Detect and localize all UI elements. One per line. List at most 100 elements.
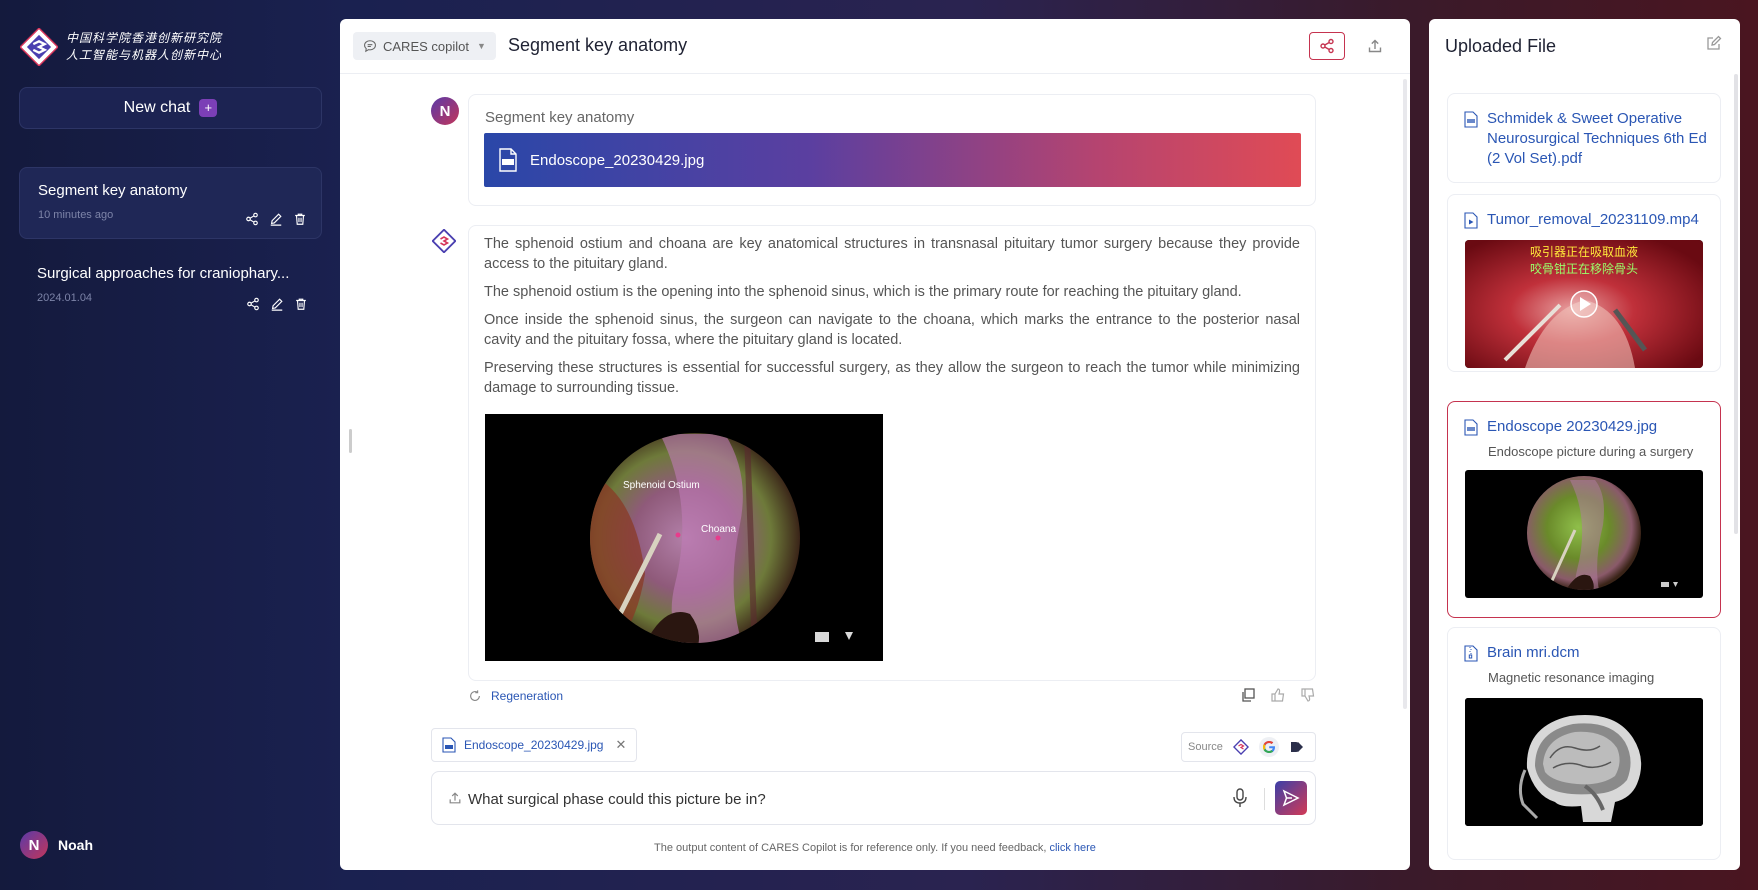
chat-item-segment-key-anatomy[interactable]: Segment key anatomy 10 minutes ago <box>19 167 322 239</box>
chat-title: Segment key anatomy <box>38 182 188 199</box>
edit-icon[interactable] <box>270 297 284 311</box>
source-label: Source <box>1188 741 1223 753</box>
input-divider <box>1264 788 1265 810</box>
cares-logo-icon <box>1232 739 1249 755</box>
user-name: Noah <box>58 837 93 853</box>
trash-icon[interactable] <box>293 212 307 226</box>
chat-panel: CARES copilot ▼ Segment key anatomy N Se… <box>340 19 1410 870</box>
file-name: Tumor_removal_20231109.mp4 <box>1487 211 1699 228</box>
user-message-text: Segment key anatomy <box>485 109 635 126</box>
answer-paragraph: The sphenoid ostium is the opening into … <box>484 284 1242 300</box>
chat-input-box <box>431 771 1316 825</box>
file-card-image[interactable]: Endoscope 20230429.jpg Endoscope picture… <box>1447 401 1721 618</box>
share-icon[interactable] <box>246 297 260 311</box>
chat-input[interactable] <box>468 784 1208 814</box>
file-description: Endoscope picture during a surgery <box>1488 444 1694 459</box>
org-name-line-2: 人工智能与机器人创新中心 <box>66 48 223 62</box>
disclaimer-text: The output content of CARES Copilot is f… <box>654 842 1047 854</box>
file-name: Brain mri.dcm <box>1487 644 1580 661</box>
video-thumbnail-graphic: 吸引器正在吸取血液 咬骨钳正在移除骨头 <box>1465 240 1703 368</box>
export-button[interactable] <box>1361 32 1389 60</box>
org-logo: 中国科学院香港创新研究院 人工智能与机器人创新中心 <box>20 28 222 66</box>
endoscope-image-graphic: Sphenoid Ostium Choana <box>590 433 853 643</box>
image-thumbnail-graphic <box>1527 476 1678 590</box>
sidebar: 中国科学院香港创新研究院 人工智能与机器人创新中心 New chat + Seg… <box>0 0 340 890</box>
answer-paragraph: Preserving these structures is essential… <box>484 360 1300 396</box>
copilot-avatar-icon <box>432 229 456 253</box>
caret-down-icon: ▼ <box>476 41 486 51</box>
file-name: Endoscope 20230429.jpg <box>1487 418 1658 435</box>
video-caption-1: 吸引器正在吸取血液 <box>1530 244 1638 259</box>
logo-icon <box>20 28 58 66</box>
video-caption-2: 咬骨钳正在移除骨头 <box>1530 261 1638 276</box>
user-message-avatar: N <box>431 97 459 125</box>
segmented-endoscope-image[interactable]: Sphenoid Ostium Choana <box>485 414 883 661</box>
plus-icon: + <box>199 99 218 117</box>
attached-file-banner[interactable]: Endoscope_20230429.jpg <box>484 133 1301 187</box>
model-name: CARES copilot <box>383 38 469 54</box>
file-card-video[interactable]: Tumor_removal_20231109.mp4 吸引器正在吸取血液 咬骨钳… <box>1447 194 1721 372</box>
image-file-icon <box>1464 419 1478 436</box>
source-selector: Source <box>1181 732 1316 762</box>
label-choana: Choana <box>701 524 736 535</box>
copy-icon[interactable] <box>1240 687 1256 703</box>
remove-attachment-icon[interactable]: ✕ <box>615 737 626 753</box>
copilot-message: The sphenoid ostium and choana are key a… <box>468 225 1316 681</box>
label-sphenoid-ostium: Sphenoid Ostium <box>623 480 700 491</box>
thumbs-up-icon[interactable] <box>1270 687 1286 703</box>
share-icon[interactable] <box>245 212 259 226</box>
google-icon <box>1262 741 1275 753</box>
answer-paragraph: The sphenoid ostium and choana are key a… <box>484 236 1300 272</box>
pdf-file-icon <box>1464 111 1478 128</box>
video-thumbnail[interactable]: 吸引器正在吸取血液 咬骨钳正在移除骨头 <box>1465 240 1703 368</box>
image-thumbnail[interactable] <box>1465 470 1703 598</box>
file-name: Schmidek & Sweet Operative Neurosurgical… <box>1487 110 1707 167</box>
send-button[interactable] <box>1275 781 1307 815</box>
new-chat-button[interactable]: New chat + <box>19 87 322 129</box>
feedback-link[interactable]: click here <box>1049 842 1095 854</box>
share-icon <box>1320 38 1334 54</box>
attachment-name: Endoscope_20230429.jpg <box>464 738 604 752</box>
attachment-chip[interactable]: Endoscope_20230429.jpg ✕ <box>431 728 638 762</box>
edit-icon[interactable] <box>1706 35 1722 51</box>
user-message: Segment key anatomy Endoscope_20230429.j… <box>468 94 1316 206</box>
send-icon <box>1282 789 1300 807</box>
panel-scrollbar[interactable] <box>1734 74 1738 534</box>
forward-shapes-icon <box>1290 742 1303 752</box>
regeneration-button[interactable]: Regeneration <box>468 689 563 703</box>
file-description: Magnetic resonance imaging <box>1488 670 1655 685</box>
source-other-option[interactable] <box>1287 737 1307 757</box>
zip-file-icon <box>1464 645 1478 662</box>
model-select[interactable]: CARES copilot ▼ <box>353 32 496 60</box>
sidebar-collapse-handle[interactable] <box>349 429 352 453</box>
org-name-line-1: 中国科学院香港创新研究院 <box>66 31 223 45</box>
page-title: Segment key anatomy <box>508 35 688 55</box>
chat-item-surgical-approaches[interactable]: Surgical approaches for craniophary... 2… <box>19 251 322 323</box>
trash-icon[interactable] <box>294 297 308 311</box>
file-card-pdf[interactable]: Schmidek & Sweet Operative Neurosurgical… <box>1447 93 1721 183</box>
jpg-file-icon <box>442 737 456 753</box>
regeneration-label: Regeneration <box>491 689 564 703</box>
microphone-icon[interactable] <box>1231 787 1249 809</box>
attached-file-name: Endoscope_20230429.jpg <box>530 151 705 169</box>
new-chat-label: New chat <box>123 99 191 116</box>
edit-icon[interactable] <box>269 212 283 226</box>
panel-title: Uploaded File <box>1445 36 1557 56</box>
upload-icon[interactable] <box>448 791 462 805</box>
upload-icon <box>1368 39 1382 53</box>
source-cares-option[interactable] <box>1231 737 1251 757</box>
share-button[interactable] <box>1309 32 1345 60</box>
user-avatar: N <box>20 831 48 859</box>
thumbs-down-icon[interactable] <box>1300 687 1316 703</box>
video-file-icon <box>1464 212 1478 229</box>
mri-thumbnail[interactable] <box>1465 698 1703 826</box>
file-card-dicom[interactable]: Brain mri.dcm Magnetic resonance imaging <box>1447 627 1721 860</box>
disclaimer: The output content of CARES Copilot is f… <box>340 842 1410 854</box>
answer-paragraph: Once inside the sphenoid sinus, the surg… <box>484 312 1300 348</box>
uploaded-files-panel: Uploaded File Schmidek & Sweet Operative… <box>1429 19 1740 870</box>
chat-scrollbar[interactable] <box>1403 79 1407 709</box>
jpg-file-icon <box>499 148 517 172</box>
user-profile[interactable]: N Noah <box>20 831 93 859</box>
chat-header: CARES copilot ▼ Segment key anatomy <box>340 19 1410 74</box>
source-google-option[interactable] <box>1258 737 1279 757</box>
